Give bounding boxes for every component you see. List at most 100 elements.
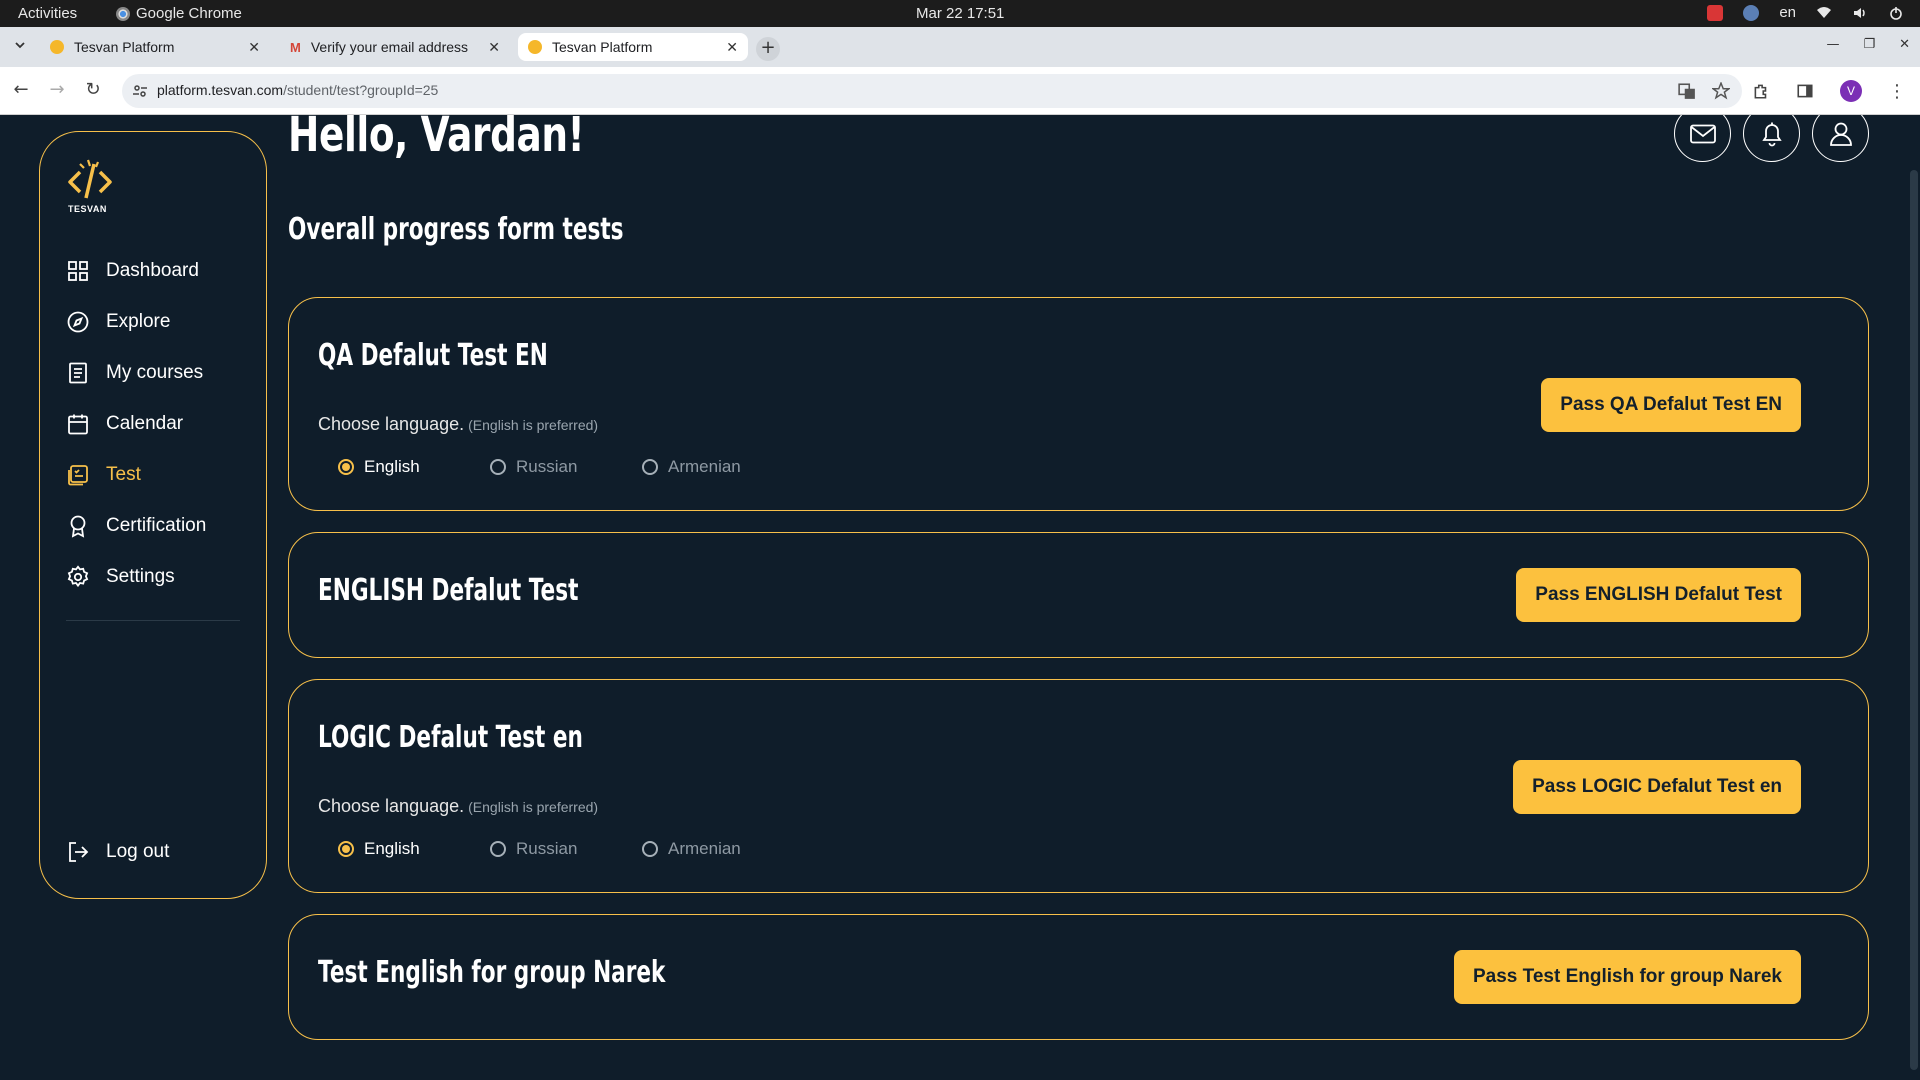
profile-button[interactable] bbox=[1812, 115, 1869, 162]
tab-strip: Tesvan Platform ✕ M Verify your email ad… bbox=[0, 27, 1920, 67]
window-controls: — ❐ ✕ bbox=[1826, 37, 1910, 52]
page-content: TESVAN Dashboard Explore My courses Cale… bbox=[0, 115, 1920, 1080]
logo-text: TESVAN bbox=[68, 204, 107, 214]
sidebar-item-explore[interactable]: Explore bbox=[66, 296, 246, 347]
close-tab-icon[interactable]: ✕ bbox=[488, 39, 500, 56]
sidebar-item-label: Calendar bbox=[106, 412, 184, 434]
sidebar-item-settings[interactable]: Settings bbox=[66, 551, 246, 602]
choose-language-label: Choose language. (English is preferred) bbox=[318, 796, 599, 816]
sidebar-item-certification[interactable]: Certification bbox=[66, 500, 246, 551]
document-icon bbox=[69, 362, 87, 383]
page-greeting: Hello, Vardan! bbox=[288, 115, 585, 163]
radio-english[interactable]: English bbox=[338, 457, 490, 477]
browser-menu-icon[interactable]: ⋮ bbox=[1888, 81, 1906, 102]
sidebar-item-label: Explore bbox=[106, 310, 171, 332]
calendar-icon bbox=[68, 414, 88, 434]
page-scrollbar[interactable] bbox=[1908, 115, 1920, 1080]
test-title: Test English for group Narek bbox=[318, 955, 666, 990]
close-tab-icon[interactable]: ✕ bbox=[248, 39, 260, 56]
close-tab-icon[interactable]: ✕ bbox=[726, 39, 738, 56]
test-card: Test English for group Narek Pass Test E… bbox=[288, 914, 1869, 1040]
bell-icon bbox=[1761, 122, 1782, 146]
award-icon bbox=[70, 515, 86, 538]
sidebar-item-calendar[interactable]: Calendar bbox=[66, 398, 246, 449]
translate-icon[interactable] bbox=[1678, 82, 1696, 100]
keyboard-language[interactable]: en bbox=[1779, 4, 1796, 21]
app-menu[interactable]: Google Chrome bbox=[116, 5, 242, 22]
side-panel-icon[interactable] bbox=[1796, 82, 1814, 100]
sidebar-item-label: My courses bbox=[106, 361, 204, 383]
sidebar-item-label: Certification bbox=[106, 514, 207, 536]
radio-russian[interactable]: Russian bbox=[490, 839, 642, 859]
network-app-icon[interactable] bbox=[1743, 4, 1760, 21]
language-radio-group: English Russian Armenian bbox=[338, 457, 794, 477]
app-name: Google Chrome bbox=[136, 5, 242, 22]
language-hint: (English is preferred) bbox=[468, 417, 599, 433]
chrome-icon bbox=[116, 6, 130, 21]
user-icon bbox=[1829, 122, 1852, 146]
logout-label: Log out bbox=[106, 841, 170, 862]
activities-button[interactable]: Activities bbox=[18, 5, 77, 22]
test-card: QA Defalut Test EN Choose language. (Engl… bbox=[288, 297, 1869, 511]
profile-avatar[interactable]: V bbox=[1840, 80, 1862, 102]
sidebar-item-my-courses[interactable]: My courses bbox=[66, 347, 246, 398]
back-icon[interactable]: ← bbox=[10, 79, 32, 101]
power-icon[interactable] bbox=[1888, 5, 1904, 21]
radio-dot[interactable] bbox=[338, 459, 354, 475]
toolbar-actions: V ⋮ bbox=[1752, 80, 1906, 102]
sidebar-item-test[interactable]: Test bbox=[66, 449, 246, 500]
minimize-icon[interactable]: — bbox=[1826, 37, 1839, 52]
address-bar[interactable]: platform.tesvan.com/student/test?groupId… bbox=[122, 74, 1742, 108]
extensions-icon[interactable] bbox=[1752, 82, 1770, 100]
gmail-icon: M bbox=[290, 39, 301, 55]
radio-russian[interactable]: Russian bbox=[490, 457, 642, 477]
pass-test-button[interactable]: Pass QA Defalut Test EN bbox=[1541, 378, 1801, 432]
mail-icon bbox=[1689, 124, 1716, 143]
screen-record-icon[interactable] bbox=[1707, 4, 1724, 21]
sidebar: TESVAN Dashboard Explore My courses Cale… bbox=[39, 131, 267, 899]
sidebar-nav: Dashboard Explore My courses Calendar Te… bbox=[66, 245, 246, 602]
maximize-icon[interactable]: ❐ bbox=[1863, 37, 1875, 52]
notifications-button[interactable] bbox=[1743, 115, 1800, 162]
site-info-icon[interactable] bbox=[132, 83, 148, 99]
system-tray[interactable]: en bbox=[1707, 4, 1904, 21]
tab-label: Verify your email address bbox=[310, 39, 469, 55]
logout-button[interactable]: Log out bbox=[66, 840, 169, 864]
language-radio-group: English Russian Armenian bbox=[338, 839, 794, 859]
logo-mark bbox=[68, 159, 112, 199]
radio-armenian[interactable]: Armenian bbox=[642, 457, 794, 477]
radio-dot[interactable] bbox=[642, 841, 658, 857]
tesvan-favicon bbox=[50, 40, 64, 54]
sidebar-item-dashboard[interactable]: Dashboard bbox=[66, 245, 246, 296]
language-hint: (English is preferred) bbox=[468, 799, 599, 815]
clock[interactable]: Mar 22 17:51 bbox=[916, 5, 1004, 22]
volume-icon[interactable] bbox=[1852, 5, 1868, 21]
close-window-icon[interactable]: ✕ bbox=[1899, 37, 1910, 52]
browser-tab[interactable]: M Verify your email address ✕ bbox=[280, 33, 510, 61]
radio-dot[interactable] bbox=[490, 841, 506, 857]
wifi-icon[interactable] bbox=[1816, 5, 1832, 21]
pass-test-button[interactable]: Pass LOGIC Defalut Test en bbox=[1513, 760, 1801, 814]
pass-test-button[interactable]: Pass ENGLISH Defalut Test bbox=[1516, 568, 1801, 622]
reload-icon[interactable]: ↻ bbox=[82, 79, 104, 101]
browser-tab[interactable]: Tesvan Platform ✕ bbox=[40, 33, 270, 61]
radio-english[interactable]: English bbox=[338, 839, 490, 859]
test-card: ENGLISH Defalut Test Pass ENGLISH Defalu… bbox=[288, 532, 1869, 658]
radio-armenian[interactable]: Armenian bbox=[642, 839, 794, 859]
bookmark-star-icon[interactable] bbox=[1712, 82, 1730, 100]
logout-icon bbox=[69, 842, 89, 862]
test-title: ENGLISH Defalut Test bbox=[318, 573, 579, 608]
radio-dot[interactable] bbox=[338, 841, 354, 857]
radio-dot[interactable] bbox=[490, 459, 506, 475]
pass-test-button[interactable]: Pass Test English for group Narek bbox=[1453, 950, 1801, 1004]
os-top-bar: Activities Google Chrome Mar 22 17:51 en bbox=[0, 0, 1920, 27]
radio-dot[interactable] bbox=[642, 459, 658, 475]
tesvan-logo[interactable]: TESVAN bbox=[66, 158, 116, 216]
forward-icon[interactable]: → bbox=[46, 79, 68, 101]
tab-search-chevron-icon[interactable] bbox=[12, 37, 28, 53]
new-tab-button[interactable]: + bbox=[756, 37, 780, 61]
messages-button[interactable] bbox=[1674, 115, 1731, 162]
browser-tab-active[interactable]: Tesvan Platform ✕ bbox=[518, 33, 748, 61]
header-actions bbox=[1674, 115, 1869, 162]
scrollbar-thumb[interactable] bbox=[1910, 170, 1918, 1070]
